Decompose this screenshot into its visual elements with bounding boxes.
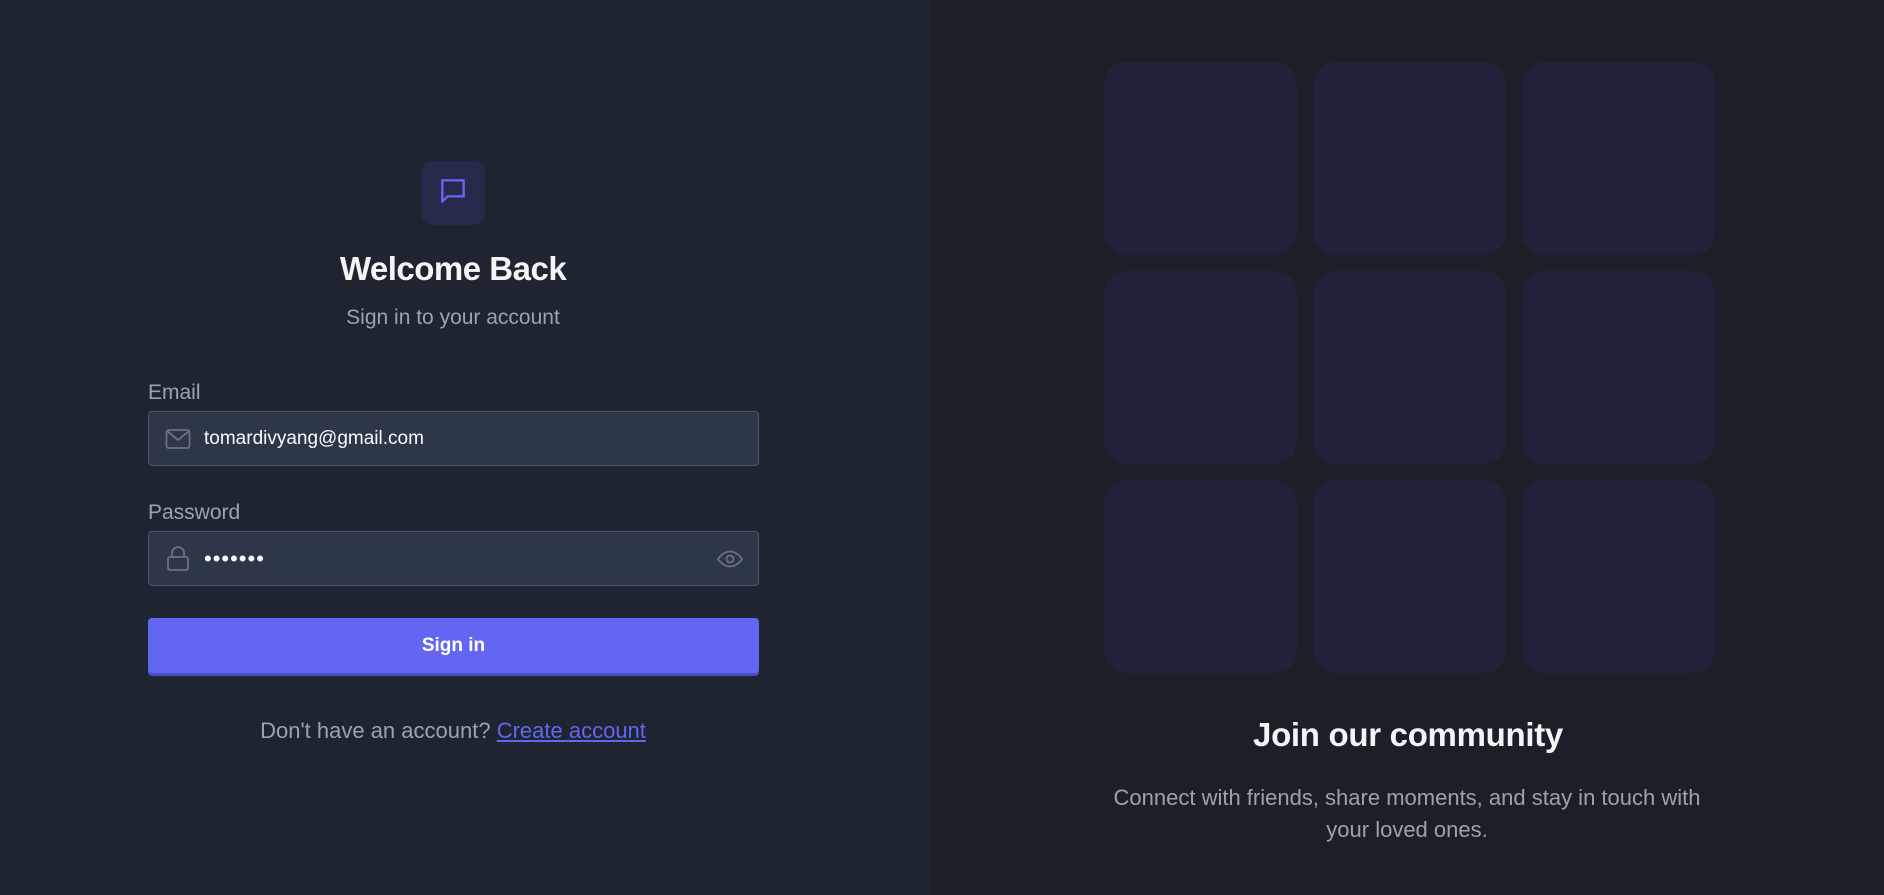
password-field-wrapper: •••••••: [148, 531, 759, 586]
community-tile: [1313, 271, 1506, 464]
community-title: Join our community: [1253, 716, 1563, 753]
community-tile: [1522, 271, 1715, 464]
create-account-link[interactable]: Create account: [497, 718, 646, 743]
email-field-wrapper: [148, 411, 759, 466]
email-label: Email: [148, 381, 201, 404]
community-tile: [1104, 62, 1297, 255]
signup-prompt: Don't have an account? Create account: [0, 718, 906, 744]
community-description: Connect with friends, share moments, and…: [1113, 785, 1701, 842]
app-logo: [421, 161, 485, 225]
password-input[interactable]: •••••••: [204, 532, 684, 585]
lock-icon: [165, 546, 191, 572]
sign-in-button[interactable]: Sign in: [148, 618, 759, 673]
community-tile: [1313, 480, 1506, 673]
eye-icon[interactable]: [716, 546, 744, 572]
mail-icon: [165, 426, 191, 452]
community-panel: Join our community Connect with friends,…: [932, 0, 1884, 895]
chat-bubble-icon: [437, 175, 469, 212]
password-label: Password: [148, 501, 241, 524]
email-input[interactable]: [204, 412, 684, 465]
page-subtitle: Sign in to your account: [346, 306, 560, 329]
community-tile: [1522, 62, 1715, 255]
no-account-text: Don't have an account?: [260, 718, 491, 743]
community-tile: [1104, 480, 1297, 673]
auth-page: Welcome Back Sign in to your account Ema…: [0, 0, 1884, 895]
page-title: Welcome Back: [339, 250, 567, 287]
community-tile: [1313, 62, 1506, 255]
community-tile: [1522, 480, 1715, 673]
login-panel: Welcome Back Sign in to your account Ema…: [0, 0, 931, 895]
community-tile: [1104, 271, 1297, 464]
